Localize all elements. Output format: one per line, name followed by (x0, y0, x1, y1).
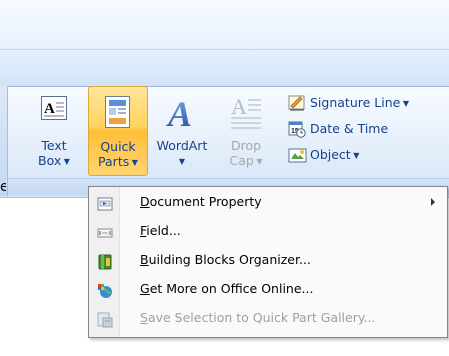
text-box-button[interactable]: A Text Box ▼ (26, 86, 82, 176)
menu-item-save-selection[interactable]: Save Selection to Quick Part Gallery... (89, 303, 447, 332)
svg-text:A: A (166, 94, 192, 130)
menu-item-get-more-office-online[interactable]: Get More on Office Online... (89, 274, 447, 303)
quick-parts-icon (103, 95, 133, 133)
save-selection-icon (97, 309, 113, 338)
signature-line-label: Signature Line (310, 95, 401, 110)
svg-text:A: A (44, 101, 55, 117)
dropdown-arrow-icon: ▼ (178, 157, 186, 166)
svg-text:A: A (231, 94, 247, 119)
date-time-button[interactable]: 15 Date & Time (288, 119, 448, 139)
menu-item-label: Save Selection to Quick Part Gallery... (140, 310, 376, 325)
object-icon (288, 146, 308, 170)
menu-item-label: Document Property (140, 194, 262, 209)
drop-cap-label-1: Drop (230, 138, 262, 153)
menu-item-document-property[interactable]: Document Property (89, 187, 447, 216)
quick-parts-label-2: Parts (98, 154, 130, 169)
dropdown-arrow-icon: ▼ (400, 99, 410, 108)
dropdown-arrow-icon: ▼ (61, 157, 70, 166)
menu-item-label: Building Blocks Organizer... (140, 252, 311, 267)
menu-item-field[interactable]: Field... (89, 216, 447, 245)
quick-parts-button[interactable]: Quick Parts ▼ (88, 86, 148, 176)
wordart-label: WordArt (156, 138, 208, 153)
tab-strip (0, 49, 449, 87)
menu-item-building-blocks-organizer[interactable]: Building Blocks Organizer... (89, 245, 447, 274)
text-box-label-1: Text (41, 138, 67, 153)
drop-cap-icon: A (229, 94, 263, 134)
quick-parts-menu: Document Property Field... Building Bloc… (88, 186, 448, 338)
dropdown-arrow-icon: ▼ (350, 151, 360, 160)
drop-cap-button[interactable]: A Drop Cap ▼ (218, 86, 274, 176)
calendar-clock-icon: 15 (288, 120, 306, 144)
dropdown-arrow-icon: ▼ (253, 157, 263, 166)
wordart-button[interactable]: A WordArt ▼ (150, 86, 214, 176)
wordart-icon: A (165, 94, 199, 134)
object-button[interactable]: Object ▼ (288, 145, 448, 165)
text-box-label-2: Box (38, 153, 62, 168)
drop-cap-label-2: Cap (229, 153, 254, 168)
menu-item-label: Get More on Office Online... (140, 281, 314, 296)
dropdown-arrow-icon: ▼ (129, 158, 138, 167)
date-time-label: Date & Time (310, 121, 389, 136)
quick-parts-label-1: Quick (100, 139, 136, 154)
submenu-arrow-icon (431, 198, 435, 206)
stray-letter: e (0, 179, 6, 195)
text-box-icon: A (40, 94, 68, 126)
object-label: Object (310, 147, 351, 162)
signature-line-icon (288, 94, 306, 118)
menu-item-label: Field... (140, 223, 181, 238)
signature-line-button[interactable]: Signature Line ▼ (288, 93, 448, 113)
